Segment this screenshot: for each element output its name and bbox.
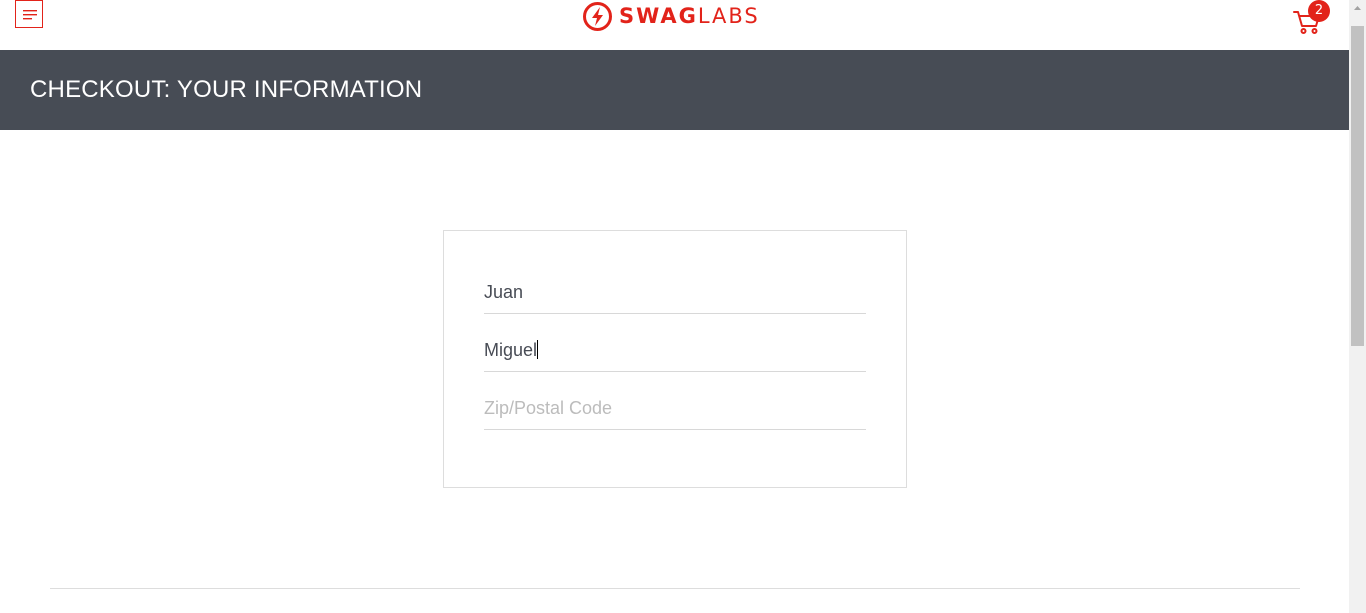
logo-text-bold: SWAG [619, 4, 698, 28]
hamburger-menu-icon [23, 10, 37, 20]
footer-divider [50, 588, 1300, 589]
swag-labs-logo-icon [583, 1, 612, 31]
secondary-header: CHECKOUT: YOUR INFORMATION [0, 50, 1349, 130]
logo-text-light: LABS [697, 4, 760, 28]
page-title: CHECKOUT: YOUR INFORMATION [30, 76, 423, 103]
menu-button[interactable] [15, 0, 43, 28]
scrollbar-thumb[interactable] [1351, 26, 1364, 346]
checkout-info-form [443, 230, 907, 488]
checkout-page: SWAGLABS 2 CHECKOUT: YOUR INFORMATION [0, 0, 1366, 613]
swag-labs-logo: SWAGLABS [583, 1, 760, 31]
first-name-input[interactable] [484, 272, 866, 314]
scroll-up-arrow-icon[interactable] [1349, 0, 1366, 17]
text-cursor [537, 340, 538, 359]
top-bar: SWAGLABS 2 [0, 0, 1349, 50]
vertical-scrollbar[interactable] [1349, 0, 1366, 613]
logo-text: SWAGLABS [619, 1, 760, 31]
last-name-input[interactable] [484, 330, 866, 372]
shopping-cart-link[interactable]: 2 [1292, 0, 1332, 38]
postal-code-input[interactable] [484, 388, 866, 430]
cart-badge: 2 [1308, 0, 1330, 22]
